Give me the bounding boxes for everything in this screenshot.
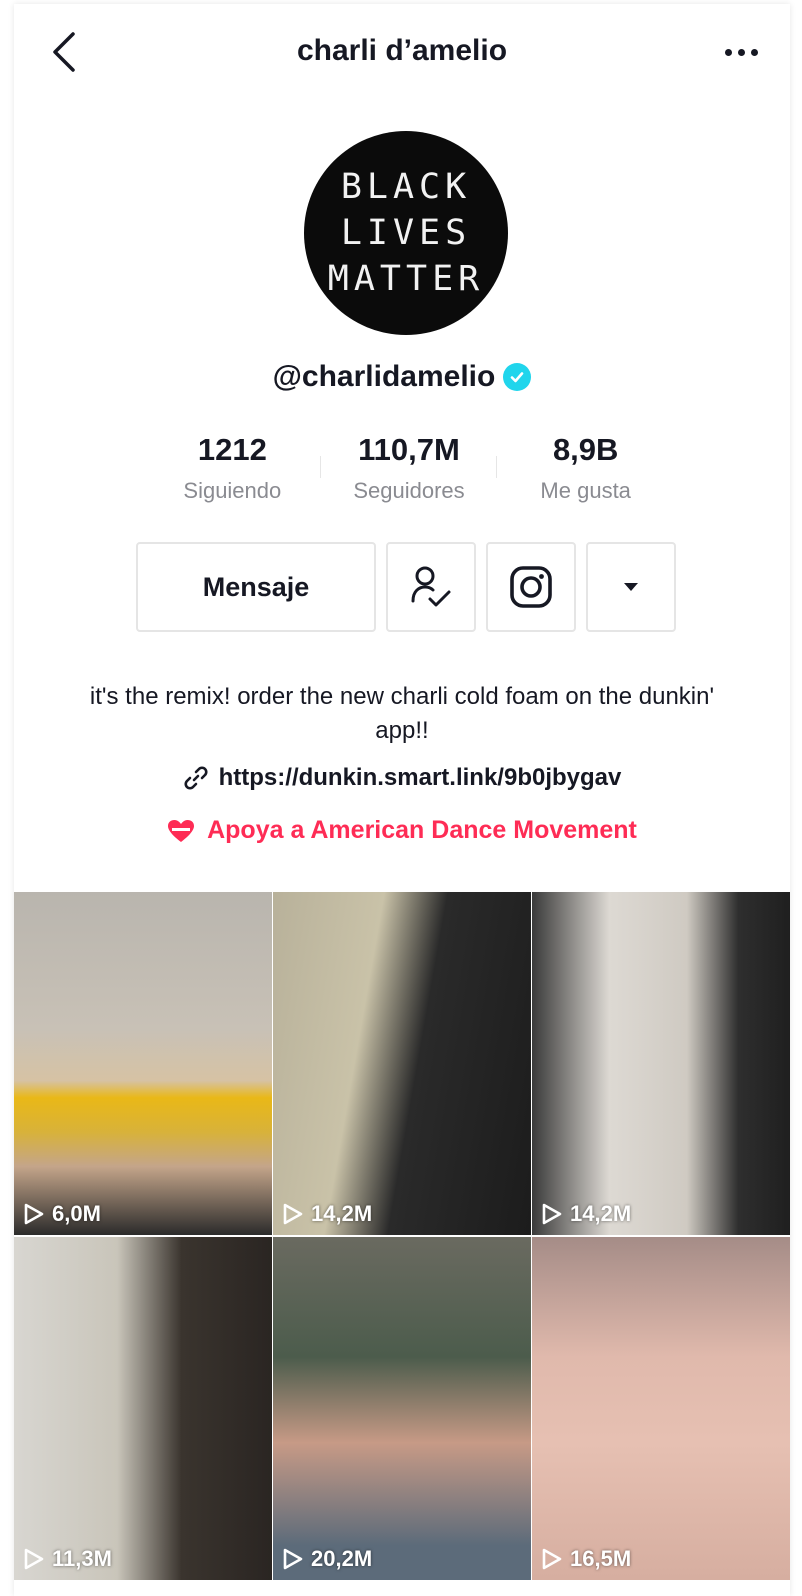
verified-badge-icon — [503, 363, 532, 391]
view-count-text: 11,3M — [52, 1546, 112, 1571]
bio-link-text[interactable]: https://dunkin.smart.link/9b0jbygav — [219, 764, 622, 792]
stat-label: Me gusta — [540, 478, 631, 503]
header: charli d’amelio — [14, 4, 790, 100]
view-count-text: 14,2M — [570, 1201, 632, 1226]
user-check-icon — [411, 566, 451, 607]
view-count: 6,0M — [24, 1201, 101, 1227]
stat-value: 110,7M — [358, 432, 460, 467]
play-icon — [283, 1203, 303, 1225]
avatar-text-line: BLACK — [340, 167, 472, 207]
charity-heart-icon — [168, 819, 195, 842]
stat-label: Siguiendo — [183, 478, 282, 503]
view-count: 14,2M — [542, 1201, 631, 1227]
instagram-button[interactable] — [486, 542, 576, 632]
stat-likes[interactable]: 8,9B Me gusta — [497, 432, 674, 512]
stat-followers[interactable]: 110,7M Seguidores — [321, 432, 498, 512]
video-thumbnail[interactable]: 16,5M — [532, 1237, 790, 1580]
play-icon — [283, 1548, 303, 1570]
play-icon — [542, 1203, 562, 1225]
video-thumbnail[interactable]: 11,3M — [14, 1237, 272, 1580]
video-grid: 6,0M 14,2M 14,2M 11,3M 20,2M 16,5M — [14, 892, 790, 1580]
view-count-text: 16,5M — [570, 1546, 632, 1571]
message-button[interactable]: Mensaje — [136, 542, 376, 632]
more-options-button[interactable] — [716, 34, 766, 70]
avatar-text-line: LIVES — [340, 213, 472, 253]
more-dropdown-button[interactable] — [586, 542, 676, 632]
stat-value: 1212 — [197, 432, 267, 467]
bio-link[interactable]: https://dunkin.smart.link/9b0jbygav — [14, 764, 790, 792]
view-count-text: 14,2M — [311, 1201, 373, 1226]
video-thumbnail[interactable]: 6,0M — [14, 892, 272, 1235]
username: @charlidamelio — [272, 360, 496, 393]
stat-following[interactable]: 1212 Siguiendo — [144, 432, 321, 512]
caret-down-icon — [624, 583, 638, 591]
stat-value: 8,9B — [552, 432, 619, 467]
stats-bar: 1212 Siguiendo 110,7M Seguidores 8,9B Me… — [144, 432, 674, 512]
view-count-text: 6,0M — [52, 1201, 101, 1226]
video-thumbnail[interactable]: 14,2M — [273, 892, 531, 1235]
view-count: 11,3M — [24, 1546, 112, 1572]
charity-text[interactable]: Apoya a American Dance Movement — [207, 816, 637, 845]
link-icon — [184, 766, 208, 790]
bio-text: it's the remix! order the new charli col… — [89, 683, 715, 744]
following-button[interactable] — [386, 542, 476, 632]
view-count: 16,5M — [542, 1546, 631, 1572]
play-icon — [24, 1203, 44, 1225]
view-count: 14,2M — [283, 1201, 372, 1227]
view-count: 20,2M — [283, 1546, 372, 1572]
ellipsis-horizontal-icon — [724, 48, 732, 56]
action-buttons: Mensaje — [136, 542, 676, 632]
play-icon — [24, 1548, 44, 1570]
stat-label: Seguidores — [353, 478, 465, 503]
profile-screen: charli d’amelio BLACK LIVES MATTER @char… — [14, 4, 790, 1596]
video-thumbnail[interactable]: 20,2M — [273, 1237, 531, 1580]
avatar[interactable]: BLACK LIVES MATTER — [304, 131, 508, 335]
avatar-text-line: MATTER — [327, 259, 485, 299]
instagram-icon — [510, 566, 552, 608]
video-thumbnail[interactable]: 14,2M — [532, 892, 790, 1235]
view-count-text: 20,2M — [311, 1546, 373, 1571]
handle-row: @charlidamelio — [14, 360, 790, 394]
play-icon — [542, 1548, 562, 1570]
charity-link[interactable]: Apoya a American Dance Movement — [14, 816, 790, 845]
page-title: charli d’amelio — [296, 34, 508, 67]
